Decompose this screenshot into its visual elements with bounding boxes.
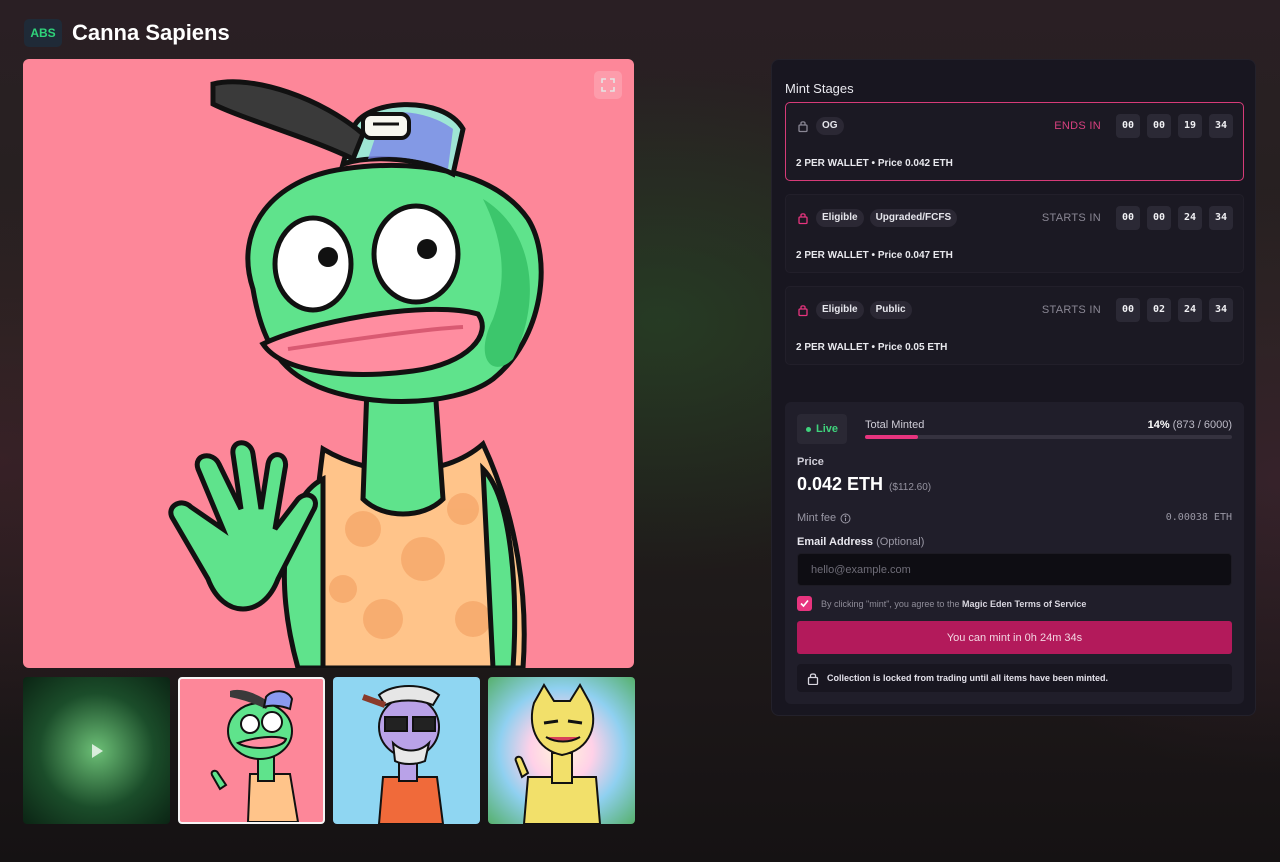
timer-seconds: 34 bbox=[1209, 298, 1233, 322]
expand-icon bbox=[601, 78, 615, 92]
stage-chip: OG bbox=[816, 117, 844, 135]
chain-badge: ABS bbox=[24, 19, 62, 47]
price-value: 0.042 ETH ($112.60) bbox=[797, 474, 931, 495]
stage-header: Eligible Public STARTS IN 00 02 24 34 bbox=[796, 298, 1233, 322]
terms-row: By clicking "mint", you agree to the Mag… bbox=[797, 596, 1086, 611]
stage-header: Eligible Upgraded/FCFS STARTS IN 00 00 2… bbox=[796, 206, 1233, 230]
mint-progress-fill bbox=[865, 435, 919, 439]
stage-header: OG ENDS IN 00 00 19 34 bbox=[796, 114, 1233, 138]
terms-checkbox[interactable] bbox=[797, 596, 812, 611]
mint-box: Live Total Minted 14% (873 / 6000) Price… bbox=[785, 402, 1244, 704]
stage-details: 2 PER WALLET • Price 0.042 ETH bbox=[796, 158, 953, 169]
price-label: Price bbox=[797, 456, 824, 468]
stage-chip: Public bbox=[869, 301, 912, 319]
yellow-character-thumbnail[interactable] bbox=[488, 677, 635, 824]
info-icon[interactable] bbox=[840, 513, 851, 524]
green-character-thumbnail[interactable] bbox=[178, 677, 325, 824]
timer-days: 00 bbox=[1116, 206, 1140, 230]
mint-stages-title: Mint Stages bbox=[785, 81, 854, 96]
timer-seconds: 34 bbox=[1209, 206, 1233, 230]
live-badge: Live bbox=[797, 414, 847, 444]
purple-character-mini bbox=[361, 685, 445, 824]
timer-minutes: 19 bbox=[1178, 114, 1202, 138]
timer-hours: 00 bbox=[1147, 114, 1171, 138]
mint-stage-public[interactable]: Eligible Public STARTS IN 00 02 24 34 2 … bbox=[785, 286, 1244, 365]
stage-details: 2 PER WALLET • Price 0.047 ETH bbox=[796, 250, 953, 261]
mint-stage-og[interactable]: OG ENDS IN 00 00 19 34 2 PER WALLET • Pr… bbox=[785, 102, 1244, 181]
lock-icon bbox=[798, 213, 808, 225]
minted-percent: 14% (873 / 6000) bbox=[1148, 419, 1232, 431]
total-minted-label: Total Minted bbox=[865, 419, 925, 431]
mint-stage-upgraded-fcfs[interactable]: Eligible Upgraded/FCFS STARTS IN 00 00 2… bbox=[785, 194, 1244, 273]
minted-percent-value: 14% bbox=[1147, 419, 1170, 431]
unlock-icon bbox=[798, 121, 808, 133]
checkmark-icon bbox=[800, 599, 809, 608]
stage-chip-eligible: Eligible bbox=[816, 301, 864, 319]
stage-status: STARTS IN bbox=[1041, 212, 1101, 224]
live-label: Live bbox=[815, 423, 838, 435]
yellow-character-mini bbox=[514, 683, 602, 824]
timer-minutes: 24 bbox=[1178, 206, 1202, 230]
email-label-text: Email Address bbox=[797, 536, 874, 548]
live-dot-icon bbox=[805, 426, 811, 432]
mint-fee-label: Mint fee bbox=[797, 512, 851, 524]
timer-hours: 00 bbox=[1147, 206, 1171, 230]
purple-character-thumbnail[interactable] bbox=[333, 677, 480, 824]
stage-chip: Upgraded/FCFS bbox=[869, 209, 958, 227]
mint-button[interactable]: You can mint in 0h 24m 34s bbox=[797, 621, 1232, 654]
terms-prefix: By clicking "mint", you agree to the bbox=[821, 598, 960, 609]
timer-minutes: 24 bbox=[1178, 298, 1202, 322]
timer-days: 00 bbox=[1116, 114, 1140, 138]
main-artwork bbox=[23, 59, 634, 668]
timer-hours: 02 bbox=[1147, 298, 1171, 322]
email-label: Email Address (Optional) bbox=[797, 536, 924, 548]
mint-progress-bar bbox=[865, 435, 1232, 439]
mint-panel: Mint Stages OG ENDS IN 00 00 19 34 2 PER… bbox=[771, 59, 1256, 716]
expand-button[interactable] bbox=[594, 71, 622, 99]
mint-fee-value: 0.00038 ETH bbox=[1165, 512, 1232, 523]
stage-chip-eligible: Eligible bbox=[816, 209, 864, 227]
lock-icon bbox=[798, 305, 808, 317]
stage-details: 2 PER WALLET • Price 0.05 ETH bbox=[796, 342, 948, 353]
timer-days: 00 bbox=[1116, 298, 1140, 322]
video-thumbnail[interactable] bbox=[23, 677, 170, 824]
play-icon bbox=[91, 743, 103, 758]
trading-lock-note: Collection is locked from trading until … bbox=[797, 664, 1232, 692]
price-usd: ($112.60) bbox=[889, 482, 932, 493]
price-eth: 0.042 ETH bbox=[797, 474, 884, 494]
stage-status: STARTS IN bbox=[1041, 304, 1101, 316]
stage-status: ENDS IN bbox=[1054, 120, 1101, 132]
terms-text: By clicking "mint", you agree to the Mag… bbox=[821, 599, 1086, 609]
mint-fee-text: Mint fee bbox=[797, 512, 837, 524]
lock-icon bbox=[807, 672, 819, 685]
character-illustration bbox=[168, 79, 544, 668]
timer-seconds: 34 bbox=[1209, 114, 1233, 138]
collection-header: ABS Canna Sapiens bbox=[24, 18, 230, 48]
green-character-mini bbox=[210, 689, 300, 822]
collection-title: Canna Sapiens bbox=[72, 20, 230, 45]
email-optional: (Optional) bbox=[876, 536, 925, 548]
terms-link[interactable]: Magic Eden Terms of Service bbox=[962, 599, 1086, 609]
email-input[interactable] bbox=[797, 553, 1232, 586]
lock-note-text: Collection is locked from trading until … bbox=[827, 673, 1109, 683]
minted-counts: (873 / 6000) bbox=[1172, 419, 1232, 431]
thumbnail-strip bbox=[23, 677, 635, 824]
